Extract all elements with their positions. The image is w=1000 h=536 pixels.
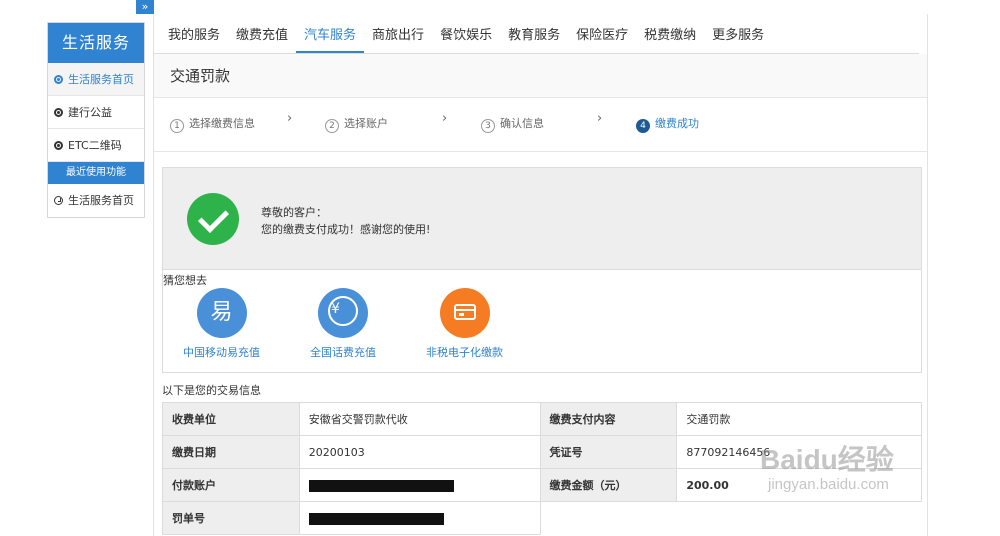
watermark-sub: jingyan.baidu.com	[768, 476, 889, 493]
table-value-redacted	[298, 501, 541, 535]
suggestions-box: 猜您想去 易 中国移动易充值 ¥ 全国话费充值 非税电子化缴款	[162, 270, 922, 373]
progress-steps: 1 选择缴费信息 › 2 选择账户 › 3 确认信息 › 4 缴费成功	[154, 98, 927, 152]
table-label: 缴费金额（元）	[539, 468, 678, 502]
step-label: 选择账户	[344, 117, 388, 130]
step-label: 选择缴费信息	[189, 117, 255, 130]
tab-dining[interactable]: 餐饮娱乐	[432, 24, 500, 53]
tab-travel[interactable]: 商旅出行	[364, 24, 432, 53]
suggest-item-phone-bill[interactable]: ¥ 全国话费充值	[310, 288, 376, 360]
tab-my-services[interactable]: 我的服务	[160, 24, 228, 53]
success-message-box: 尊敬的客户： 您的缴费支付成功！感谢您的使用!	[162, 167, 922, 270]
suggest-item-mobile-recharge[interactable]: 易 中国移动易充值	[183, 288, 260, 360]
dot-circle-icon	[54, 108, 63, 117]
tab-tax[interactable]: 税费缴纳	[636, 24, 704, 53]
card-payment-icon	[439, 288, 490, 338]
redaction-bar	[308, 512, 444, 525]
step-select-payment-info: 1 选择缴费信息	[170, 115, 255, 133]
recent-functions-header: 最近使用功能	[48, 162, 144, 184]
step-select-account: 2 选择账户	[325, 115, 388, 133]
suggest-item-label: 中国移动易充值	[183, 346, 260, 359]
tab-insurance-medical[interactable]: 保险医疗	[568, 24, 636, 53]
tab-education[interactable]: 教育服务	[500, 24, 568, 53]
table-row: 收费单位 安徽省交警罚款代收 缴费支付内容 交通罚款	[162, 402, 922, 436]
step-number: 2	[325, 119, 339, 133]
sidebar: 生活服务 生活服务首页 建行公益 ETC二维码 最近使用功能 生活服务首页	[47, 22, 145, 218]
table-label: 缴费日期	[162, 435, 300, 469]
sidebar-expand-toggle[interactable]: »	[136, 0, 154, 14]
success-text: 尊敬的客户： 您的缴费支付成功！感谢您的使用!	[261, 204, 430, 238]
dot-circle-icon	[54, 75, 63, 84]
step-payment-success: 4 缴费成功	[636, 115, 699, 133]
sidebar-item-etc-qrcode[interactable]: ETC二维码	[48, 129, 144, 162]
step-confirm-info: 3 确认信息	[481, 115, 544, 133]
sidebar-item-label: 生活服务首页	[68, 73, 134, 86]
clock-icon	[54, 196, 63, 205]
suggest-item-nontax-payment[interactable]: 非税电子化缴款	[426, 288, 503, 360]
watermark-main: Baidu经验	[760, 444, 894, 475]
redaction-bar	[308, 479, 454, 492]
chevron-right-icon: ›	[287, 111, 293, 126]
chevron-right-icon: ›	[442, 111, 448, 126]
yen-glyph: ¥	[331, 301, 340, 317]
step-label: 缴费成功	[655, 117, 699, 130]
step-number: 4	[636, 119, 650, 133]
table-label: 罚单号	[162, 501, 300, 535]
table-row: 罚单号	[162, 501, 922, 535]
sidebar-title: 生活服务	[48, 23, 144, 63]
greeting-text: 尊敬的客户：	[261, 206, 327, 219]
chevron-right-icon: ›	[597, 111, 603, 126]
page-title: 交通罚款	[154, 54, 927, 98]
suggest-item-label: 全国话费充值	[310, 346, 376, 359]
step-number: 3	[481, 119, 495, 133]
recent-item-label: 生活服务首页	[68, 194, 134, 207]
table-value-redacted	[298, 468, 541, 502]
tab-more-services[interactable]: 更多服务	[704, 24, 772, 53]
table-label: 收费单位	[162, 402, 300, 436]
step-label: 确认信息	[500, 117, 544, 130]
suggestions-title: 猜您想去	[163, 274, 207, 287]
table-label: 付款账户	[162, 468, 300, 502]
baidu-jingyan-watermark: Baidu经验 jingyan.baidu.com	[760, 438, 894, 493]
table-value: 20200103	[298, 435, 541, 469]
sidebar-item-home[interactable]: 生活服务首页	[48, 63, 144, 96]
suggest-item-label: 非税电子化缴款	[426, 346, 503, 359]
success-message: 您的缴费支付成功！感谢您的使用!	[261, 223, 431, 236]
phone-bill-icon: ¥	[318, 288, 368, 338]
sidebar-item-label: 建行公益	[68, 106, 112, 119]
recent-item-home[interactable]: 生活服务首页	[48, 184, 144, 217]
yi-recharge-icon: 易	[196, 288, 247, 338]
tab-car-services[interactable]: 汽车服务	[296, 24, 365, 53]
table-label: 凭证号	[539, 435, 678, 469]
table-value: 安徽省交警罚款代收	[298, 402, 541, 436]
table-value: 交通罚款	[676, 402, 922, 436]
sidebar-item-label: ETC二维码	[68, 139, 122, 152]
transaction-title: 以下是您的交易信息	[162, 384, 261, 397]
tab-payment-recharge[interactable]: 缴费充值	[228, 24, 296, 53]
check-circle-icon	[187, 193, 239, 245]
service-tabs: 我的服务 缴费充值 汽车服务 商旅出行 餐饮娱乐 教育服务 保险医疗 税费缴纳 …	[154, 14, 919, 54]
step-number: 1	[170, 119, 184, 133]
sidebar-item-charity[interactable]: 建行公益	[48, 96, 144, 129]
table-label: 缴费支付内容	[539, 402, 678, 436]
dot-circle-icon	[54, 141, 63, 150]
